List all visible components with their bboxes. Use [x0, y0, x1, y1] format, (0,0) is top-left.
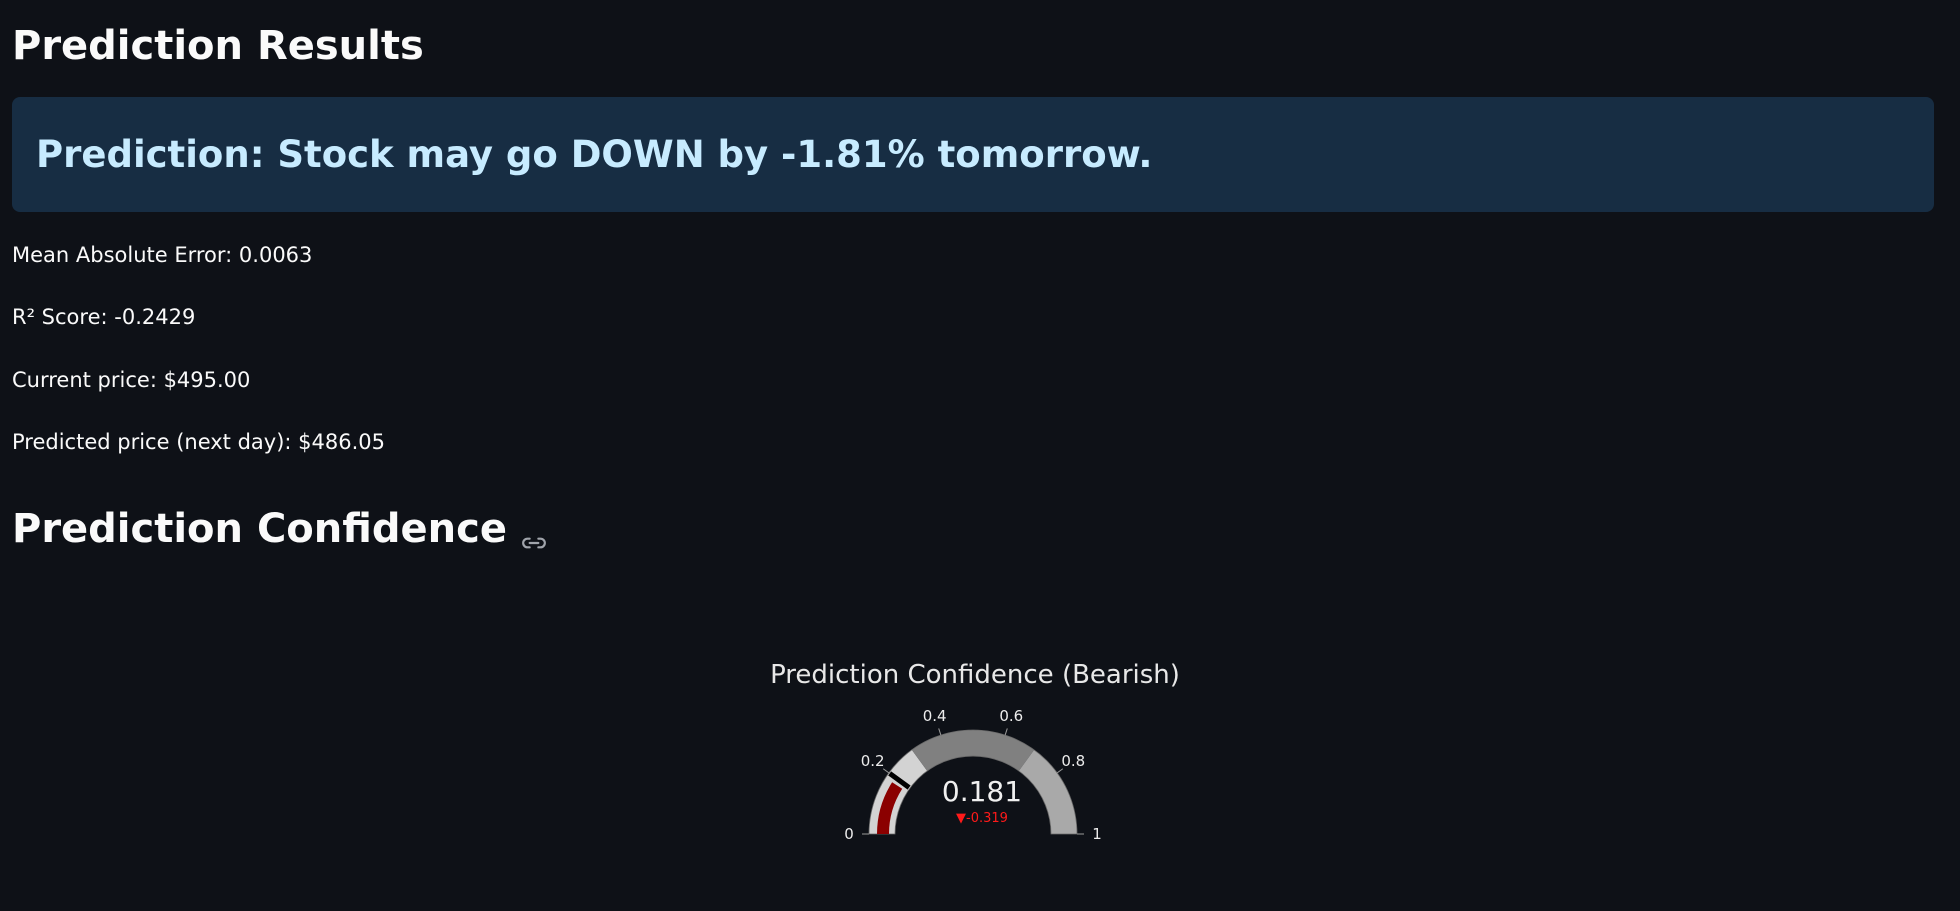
page: Prediction Results Prediction: Stock may… [0, 0, 1960, 911]
prediction-info-banner: Prediction: Stock may go DOWN by -1.81% … [12, 97, 1934, 212]
prediction-results-title: Prediction Results [12, 23, 424, 69]
gauge-tick-label-2: 0.4 [923, 707, 947, 725]
current-price-text: Current price: $495.00 [12, 368, 251, 392]
link-icon[interactable] [521, 519, 547, 549]
prediction-confidence-title: Prediction Confidence [12, 505, 547, 553]
prediction-banner-text: Prediction: Stock may go DOWN by -1.81% … [36, 133, 1153, 176]
r2-score-text: R² Score: -0.2429 [12, 305, 196, 329]
gauge-tick-label-1: 0.2 [861, 752, 885, 770]
mean-absolute-error-text: Mean Absolute Error: 0.0063 [12, 243, 313, 267]
gauge-tick-label-5: 1 [1092, 825, 1102, 843]
prediction-confidence-heading-text: Prediction Confidence [12, 506, 507, 552]
confidence-gauge-chart: Prediction Confidence (Bearish) 0 0.2 0.4 0… [735, 650, 1215, 870]
predicted-price-text: Predicted price (next day): $486.05 [12, 430, 385, 454]
gauge-value-text: 0.181 [942, 775, 1022, 808]
gauge-delta-text: ▼-0.319 [956, 811, 1008, 826]
gauge-tick-label-4: 0.8 [1061, 752, 1085, 770]
gauge-tick-3 [1004, 728, 1008, 736]
gauge-tick-label-0: 0 [844, 825, 854, 843]
gauge-tick-2 [938, 728, 942, 736]
gauge-tick-label-3: 0.6 [999, 707, 1023, 725]
gauge-step-1 [911, 730, 1035, 771]
gauge-svg: 0 0.2 0.4 0.6 0.8 1 0.181 ▼-0.319 [844, 707, 1102, 843]
